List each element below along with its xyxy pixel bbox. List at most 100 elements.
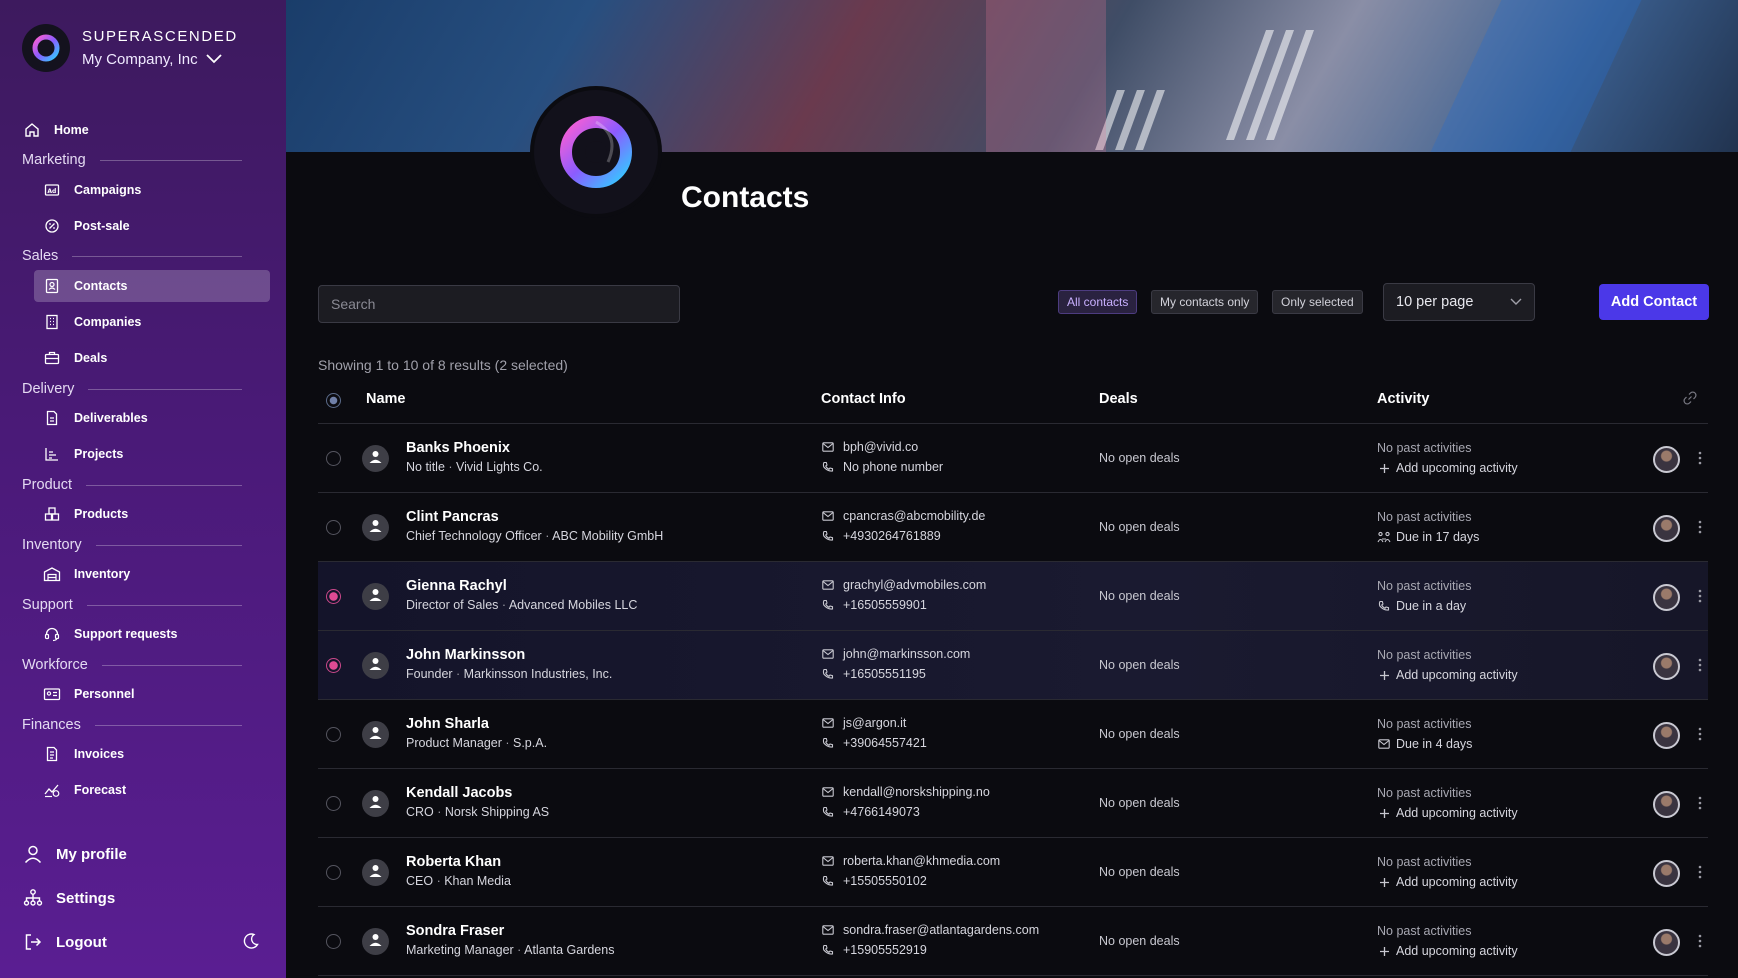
filter-my-contacts[interactable]: My contacts only	[1151, 290, 1259, 314]
owner-avatar[interactable]	[1653, 860, 1680, 887]
sidebar-item-projects[interactable]: Projects	[34, 438, 270, 470]
filter-only-selected[interactable]: Only selected	[1272, 290, 1363, 314]
sidebar-item-forecast[interactable]: Forecast	[34, 774, 270, 806]
contact-name[interactable]: Kendall Jacobs	[406, 785, 512, 801]
contact-company[interactable]: Norsk Shipping AS	[445, 805, 549, 819]
row-select-radio[interactable]	[326, 589, 341, 604]
contact-email[interactable]: grachyl@advmobiles.com	[821, 578, 986, 592]
sidebar-item-deliverables[interactable]: Deliverables	[34, 402, 270, 434]
contact-email[interactable]: sondra.fraser@atlantagardens.com	[821, 923, 1039, 937]
column-header-activity[interactable]: Activity	[1377, 391, 1429, 407]
more-options-icon[interactable]	[1697, 793, 1703, 813]
upcoming-activity[interactable]: Add upcoming activity	[1377, 944, 1518, 958]
contact-email[interactable]: js@argon.it	[821, 716, 906, 730]
table-row[interactable]: John Markinsson Founder · Markinsson Ind…	[318, 631, 1708, 700]
contact-name[interactable]: Gienna Rachyl	[406, 578, 507, 594]
contact-company[interactable]: Markinsson Industries, Inc.	[464, 667, 613, 681]
sidebar-item-invoices[interactable]: Invoices	[34, 738, 270, 770]
table-row[interactable]: Gienna Rachyl Director of Sales · Advanc…	[318, 562, 1708, 631]
more-options-icon[interactable]	[1697, 655, 1703, 675]
upcoming-activity[interactable]: Due in 17 days	[1377, 530, 1479, 544]
contact-name[interactable]: John Sharla	[406, 716, 489, 732]
contact-email[interactable]: john@markinsson.com	[821, 647, 970, 661]
brand[interactable]: SUPERASCENDED My Company, Inc	[22, 24, 238, 72]
owner-avatar[interactable]	[1653, 722, 1680, 749]
contact-phone[interactable]: +4766149073	[821, 805, 920, 819]
table-row[interactable]: Clint Pancras Chief Technology Officer ·…	[318, 493, 1708, 562]
contact-company[interactable]: S.p.A.	[513, 736, 547, 750]
contact-phone[interactable]: +16505551195	[821, 667, 926, 681]
add-contact-button[interactable]: Add Contact	[1599, 284, 1709, 320]
row-select-radio[interactable]	[326, 727, 341, 742]
sidebar-item-deals[interactable]: Deals	[34, 342, 270, 374]
contact-email[interactable]: bph@vivid.co	[821, 440, 918, 454]
column-header-deals[interactable]: Deals	[1099, 391, 1138, 407]
table-row[interactable]: Sondra Fraser Marketing Manager · Atlant…	[318, 907, 1708, 976]
more-options-icon[interactable]	[1697, 586, 1703, 606]
owner-avatar[interactable]	[1653, 791, 1680, 818]
contact-company[interactable]: Vivid Lights Co.	[456, 460, 543, 474]
owner-avatar[interactable]	[1653, 653, 1680, 680]
contact-company[interactable]: Atlanta Gardens	[524, 943, 614, 957]
filter-all-contacts[interactable]: All contacts	[1058, 290, 1138, 314]
table-row[interactable]: Kendall Jacobs CRO · Norsk Shipping AS k…	[318, 769, 1708, 838]
company-switcher[interactable]: My Company, Inc	[82, 51, 238, 68]
owner-avatar[interactable]	[1653, 929, 1680, 956]
sidebar-item-products[interactable]: Products	[34, 498, 270, 530]
search-input[interactable]	[318, 285, 680, 323]
upcoming-activity[interactable]: Add upcoming activity	[1377, 461, 1518, 475]
sidebar-item-inventory[interactable]: Inventory	[34, 558, 270, 590]
owner-avatar[interactable]	[1653, 446, 1680, 473]
more-options-icon[interactable]	[1697, 448, 1703, 468]
contact-email[interactable]: cpancras@abcmobility.de	[821, 509, 985, 523]
contact-phone[interactable]: +15905552919	[821, 943, 927, 957]
row-select-radio[interactable]	[326, 865, 341, 880]
more-options-icon[interactable]	[1697, 724, 1703, 744]
upcoming-activity[interactable]: Add upcoming activity	[1377, 875, 1518, 889]
contact-phone[interactable]: +15505550102	[821, 874, 927, 888]
contact-phone[interactable]: +4930264761889	[821, 529, 941, 543]
contact-name[interactable]: Banks Phoenix	[406, 440, 510, 456]
table-row[interactable]: Roberta Khan CEO · Khan Media roberta.kh…	[318, 838, 1708, 907]
sidebar-item-personnel[interactable]: Personnel	[34, 678, 270, 710]
row-select-radio[interactable]	[326, 658, 341, 673]
select-all-radio[interactable]	[326, 393, 341, 408]
sidebar-item-campaigns[interactable]: Ad Campaigns	[34, 174, 270, 206]
upcoming-activity[interactable]: Due in 4 days	[1377, 737, 1472, 751]
contact-email[interactable]: kendall@norskshipping.no	[821, 785, 990, 799]
row-select-radio[interactable]	[326, 520, 341, 535]
contact-name[interactable]: Sondra Fraser	[406, 923, 504, 939]
contact-phone[interactable]: +39064557421	[821, 736, 927, 750]
contact-name[interactable]: Clint Pancras	[406, 509, 499, 525]
contact-email[interactable]: roberta.khan@khmedia.com	[821, 854, 1000, 868]
row-select-radio[interactable]	[326, 796, 341, 811]
sidebar-item-contacts[interactable]: Contacts	[34, 270, 270, 302]
contact-company[interactable]: ABC Mobility GmbH	[552, 529, 663, 543]
sidebar-item-companies[interactable]: Companies	[34, 306, 270, 338]
table-row[interactable]: John Sharla Product Manager · S.p.A. js@…	[318, 700, 1708, 769]
settings-link[interactable]: Settings	[22, 887, 115, 909]
upcoming-activity[interactable]: Due in a day	[1377, 599, 1466, 613]
owner-avatar[interactable]	[1653, 515, 1680, 542]
logout-link[interactable]: Logout	[22, 931, 107, 953]
contact-name[interactable]: Roberta Khan	[406, 854, 501, 870]
more-options-icon[interactable]	[1697, 862, 1703, 882]
row-select-radio[interactable]	[326, 934, 341, 949]
contact-phone[interactable]: +16505559901	[821, 598, 927, 612]
upcoming-activity[interactable]: Add upcoming activity	[1377, 806, 1518, 820]
sidebar-item-support-requests[interactable]: Support requests	[34, 618, 270, 650]
my-profile-link[interactable]: My profile	[22, 843, 127, 865]
sidebar-item-home[interactable]: Home	[22, 114, 270, 146]
per-page-select[interactable]: 10 per page	[1383, 283, 1535, 321]
more-options-icon[interactable]	[1697, 517, 1703, 537]
more-options-icon[interactable]	[1697, 931, 1703, 951]
dark-mode-toggle-icon[interactable]	[242, 932, 260, 955]
contact-company[interactable]: Advanced Mobiles LLC	[509, 598, 638, 612]
sidebar-item-post-sale[interactable]: Post-sale	[34, 210, 270, 242]
contact-company[interactable]: Khan Media	[444, 874, 511, 888]
contact-name[interactable]: John Markinsson	[406, 647, 525, 663]
upcoming-activity[interactable]: Add upcoming activity	[1377, 668, 1518, 682]
link-icon[interactable]	[1683, 391, 1697, 410]
contact-phone[interactable]: No phone number	[821, 460, 943, 474]
column-header-name[interactable]: Name	[366, 391, 406, 407]
